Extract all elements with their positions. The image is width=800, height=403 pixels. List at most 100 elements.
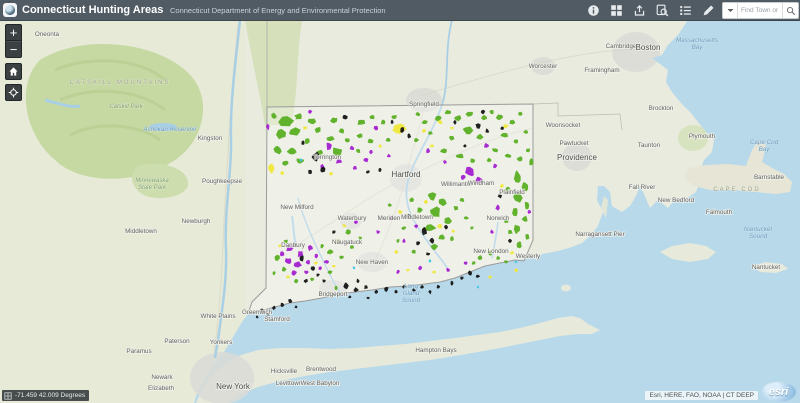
map-attribution: Esri, HERE, FAO, NOAA | CT DEEP <box>645 391 758 400</box>
map-label: Yonkers <box>210 339 233 346</box>
map-label: Nantucket <box>752 264 781 271</box>
search-icon <box>786 6 795 15</box>
search-source-dropdown[interactable] <box>723 3 738 18</box>
map-label: Torrington <box>313 154 341 161</box>
map-label: Worcester <box>529 63 558 70</box>
map-label: Paterson <box>164 338 190 345</box>
map-label: Hicksville <box>271 368 298 375</box>
legend-icon <box>680 5 691 15</box>
info-icon <box>588 4 599 16</box>
hunting-area[interactable] <box>430 144 434 148</box>
coordinate-readout: -71.459 42.009 Degrees <box>15 392 86 399</box>
map-label: Greenwich <box>242 309 273 316</box>
map-label: New Milford <box>280 204 314 211</box>
map-label: Sound <box>402 297 421 304</box>
hunting-area[interactable] <box>524 201 530 210</box>
map-label: Island <box>403 290 420 297</box>
esri-logo-text: esri <box>768 386 789 398</box>
map-label: Catskill Park <box>109 104 143 110</box>
map-label: Naugatuck <box>332 239 363 246</box>
map-label: Newburgh <box>182 218 211 225</box>
map-label: Meriden <box>378 215 401 222</box>
map-label: White Plains <box>201 313 236 320</box>
map-label: New York <box>216 382 251 391</box>
map-label: Stamford <box>264 316 290 323</box>
map-label: Poughkeepsie <box>202 178 242 185</box>
map-label: Elizabeth <box>148 385 174 392</box>
map-label: Framingham <box>584 67 619 74</box>
map-label: Waterbury <box>338 215 368 222</box>
crosshair-icon <box>4 391 12 400</box>
map-label: Windham <box>468 180 495 187</box>
app-title: Connecticut Hunting Areas <box>22 4 164 16</box>
hunting-area[interactable] <box>357 119 366 125</box>
map-label: Danbury <box>281 242 306 249</box>
map-label: Brockton <box>649 105 674 112</box>
map-label: Plainfield <box>499 189 525 196</box>
map-label: Springfield <box>409 101 439 108</box>
map-label: Plymouth <box>689 133 716 140</box>
map-label: State Park <box>138 185 167 191</box>
legend-button[interactable] <box>678 3 693 18</box>
map-label: Fall River <box>629 184 656 191</box>
identify-button[interactable] <box>655 3 670 18</box>
map-label: CAPE COD <box>713 187 760 193</box>
map-label: Bay <box>692 44 704 51</box>
map-label: West Babylon <box>301 380 340 387</box>
map-label: Barnstable <box>754 174 785 181</box>
app-logo <box>3 3 17 17</box>
map-label: Middletown <box>125 228 157 235</box>
map-label: Minnewaska <box>135 178 169 184</box>
coordinate-widget[interactable]: -71.459 42.009 Degrees <box>2 390 90 401</box>
search-input[interactable] <box>738 3 782 18</box>
map-label: Levittown <box>276 380 303 387</box>
map-label: New Bedford <box>658 197 695 204</box>
map-label: Norwich <box>487 215 510 222</box>
map-label: Willimantic <box>441 181 471 188</box>
map-label: Cape Cod <box>750 139 779 146</box>
map-label: Ashokan Reservoir <box>142 126 197 133</box>
hunting-area[interactable] <box>308 169 312 175</box>
app-subtitle: Connecticut Department of Energy and Env… <box>170 6 386 15</box>
map-label: Providence <box>557 153 598 162</box>
locate-icon <box>8 87 19 98</box>
map-label: Hampton Bays <box>415 347 456 354</box>
map-label: Middletown <box>401 214 433 221</box>
map-label: Westerly <box>516 253 541 260</box>
map-label: Woonsocket <box>546 122 581 129</box>
search-button[interactable] <box>782 3 798 18</box>
locate-button[interactable] <box>5 84 22 101</box>
map-label: Kingston <box>198 135 223 142</box>
map-label: CATSKILL MOUNTAINS <box>70 80 171 86</box>
info-button[interactable] <box>586 3 601 18</box>
map-label: Boston <box>636 43 661 52</box>
map-label: New London <box>473 248 509 255</box>
map-label: Falmouth <box>706 209 733 216</box>
map-label: Newark <box>151 374 173 381</box>
map-label: Long <box>404 283 419 290</box>
nyc-urban <box>190 352 254 403</box>
globe-icon <box>5 5 15 15</box>
identify-icon <box>656 4 669 16</box>
app-window: Connecticut Hunting Areas Connecticut De… <box>0 0 800 403</box>
search-widget <box>722 2 799 19</box>
zoom-out-button[interactable]: − <box>5 41 22 58</box>
map-label: Paramus <box>126 348 151 355</box>
map-canvas[interactable]: Oneonta Kingston Poughkeepsie Newburgh Middl… <box>0 20 800 403</box>
basemap-button[interactable] <box>609 3 624 18</box>
map-label: Nantucket <box>744 226 773 233</box>
map-container: Oneonta Kingston Poughkeepsie Newburgh Middl… <box>0 20 800 403</box>
map-label: Narragansett Pier <box>575 231 624 238</box>
zoom-in-button[interactable]: + <box>5 24 22 41</box>
map-label: Taunton <box>638 142 661 149</box>
map-label: Bridgeport <box>318 291 347 298</box>
block-island <box>561 284 571 292</box>
draw-icon <box>703 4 714 15</box>
share-button[interactable] <box>632 3 647 18</box>
home-button[interactable] <box>5 63 22 80</box>
esri-logo: esri <box>761 382 796 402</box>
hunting-area[interactable] <box>286 275 290 279</box>
map-label: Cambridge <box>606 43 637 50</box>
map-label: Massachusetts <box>676 37 719 44</box>
draw-button[interactable] <box>701 3 716 18</box>
